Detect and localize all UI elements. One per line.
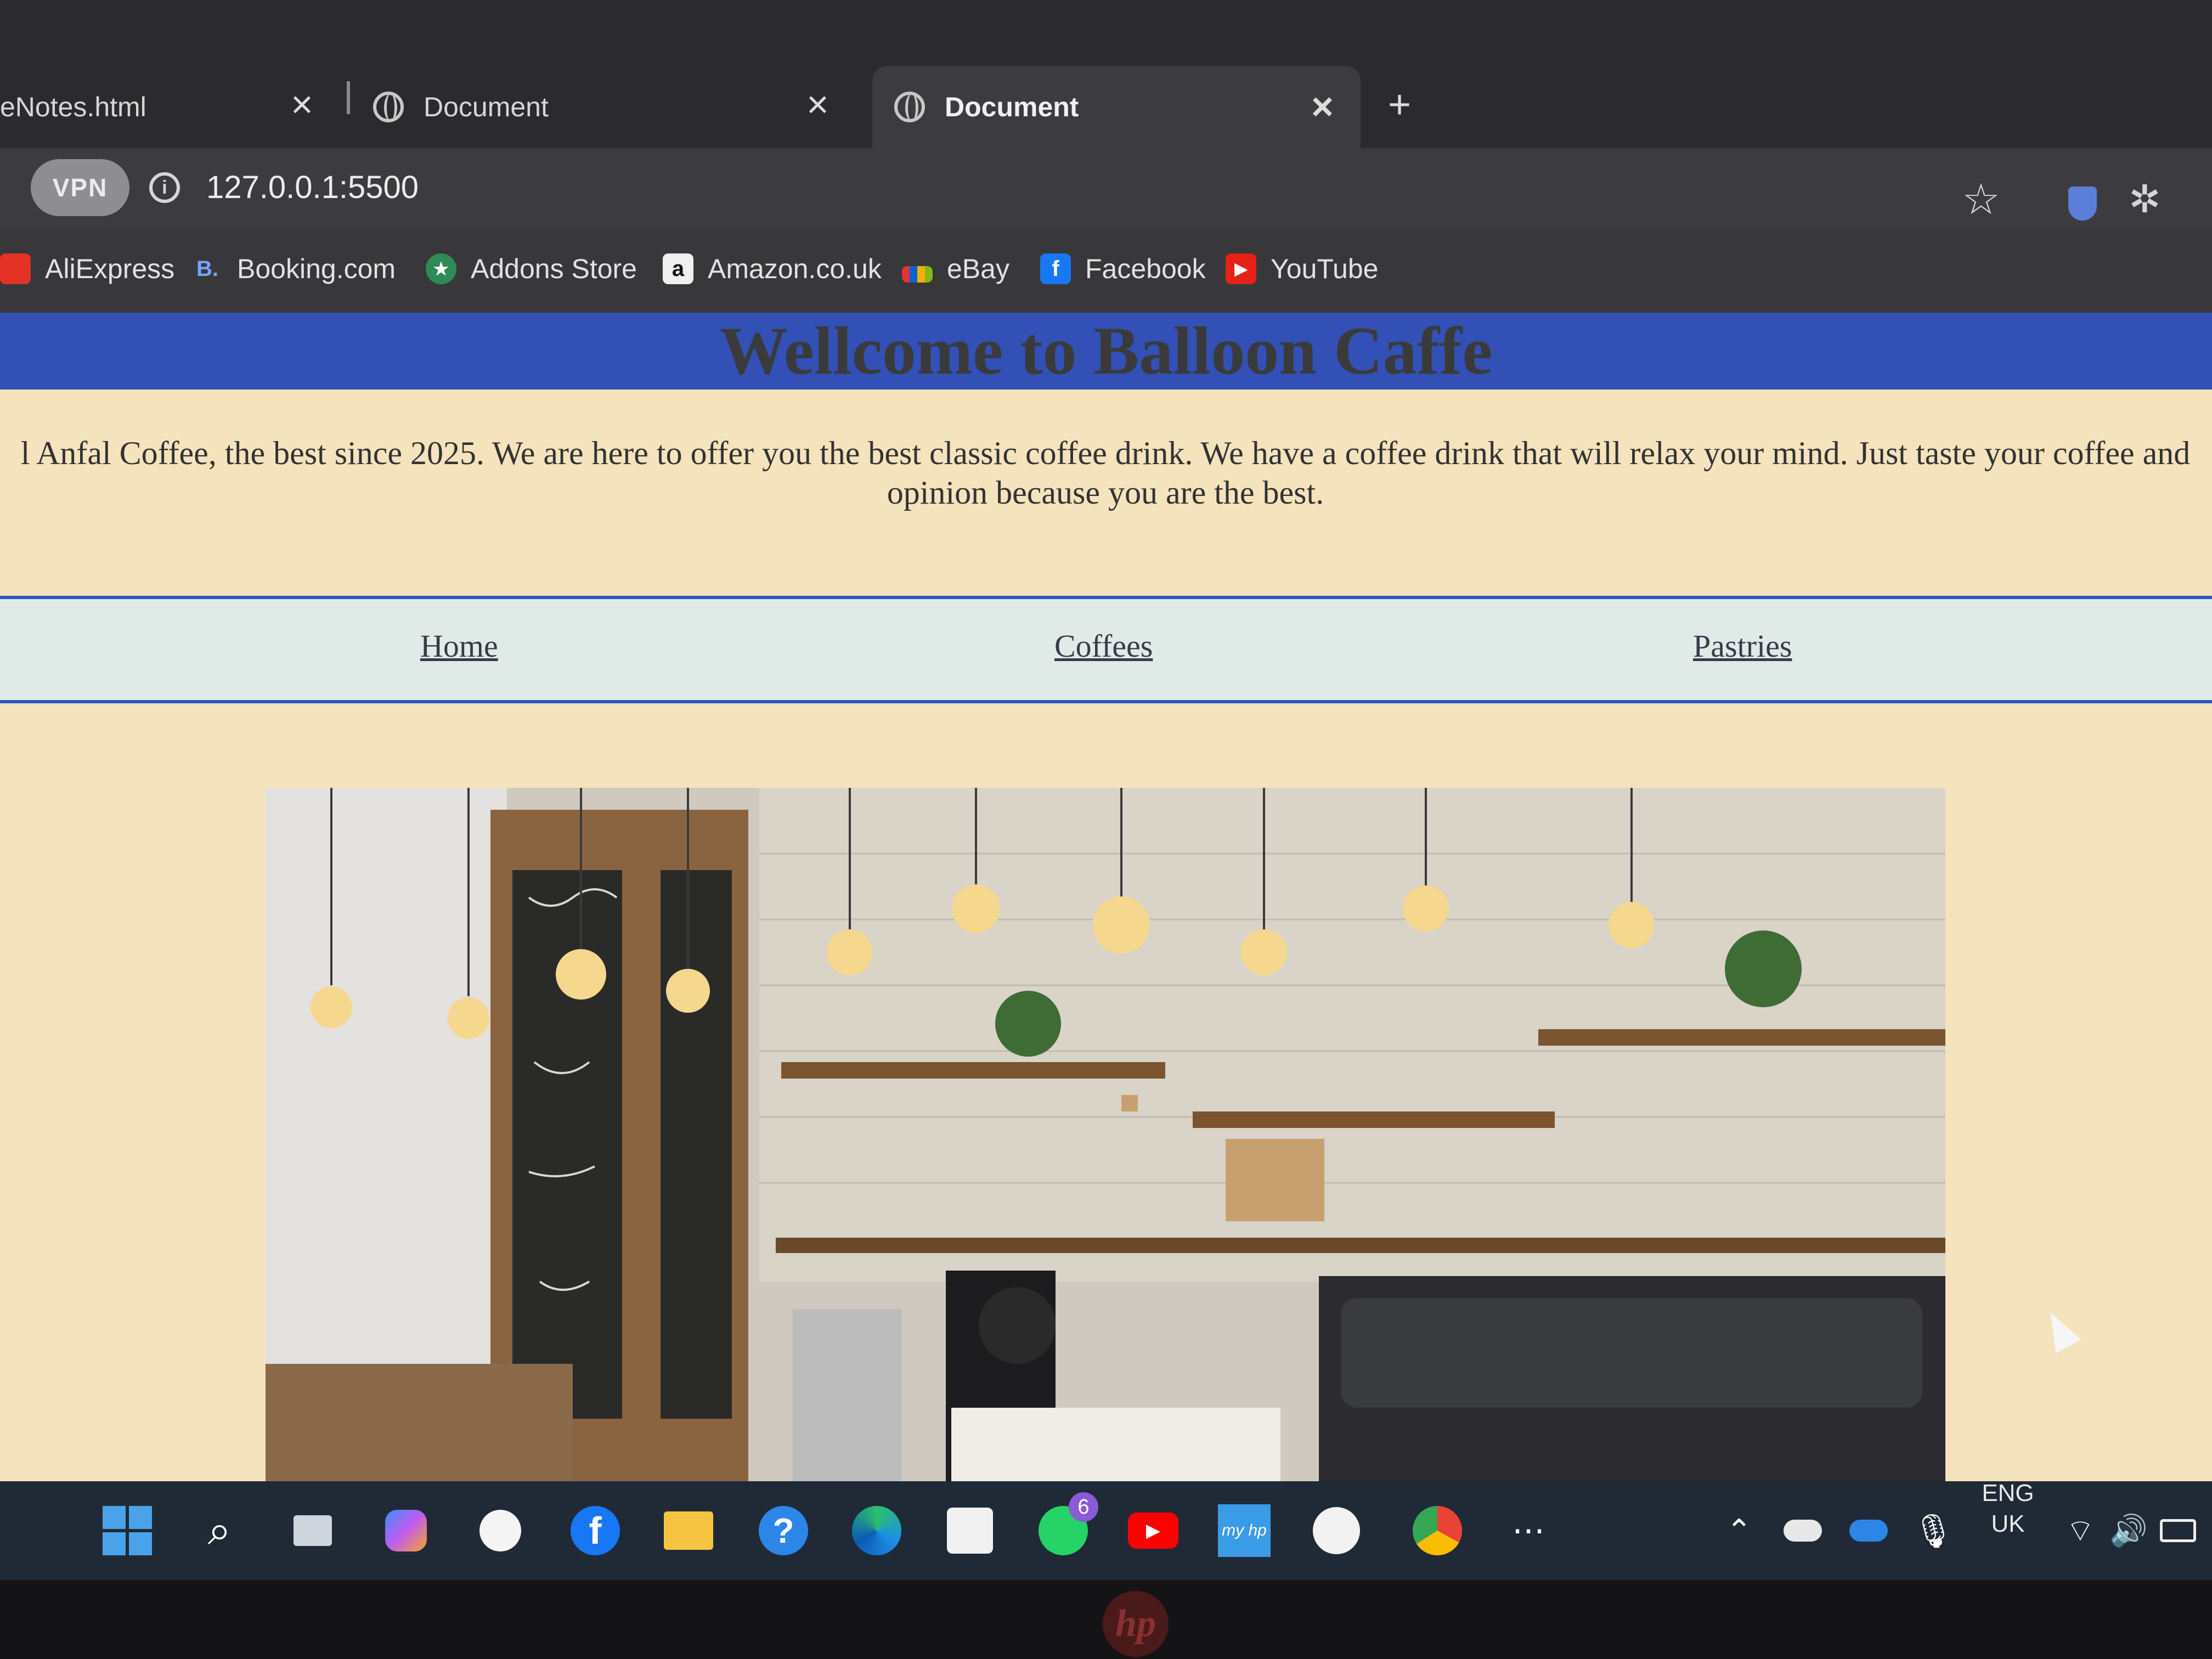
bookmark-amazon[interactable]: a Amazon.co.uk bbox=[663, 247, 882, 291]
search-icon[interactable]: ⌕ bbox=[192, 1503, 247, 1558]
password-shield-icon[interactable] bbox=[2068, 187, 2097, 221]
tab-title: Document bbox=[945, 92, 1079, 122]
file-explorer-icon[interactable] bbox=[661, 1503, 716, 1558]
nav-home-link[interactable]: Home bbox=[420, 628, 498, 664]
site-info-icon[interactable]: i bbox=[149, 172, 180, 203]
addons-store-icon: ★ bbox=[426, 253, 456, 284]
help-icon[interactable]: ? bbox=[756, 1503, 811, 1558]
chrome-icon[interactable] bbox=[1410, 1503, 1465, 1558]
address-bar[interactable]: 127.0.0.1:5500 bbox=[206, 165, 419, 211]
globe-icon bbox=[373, 92, 404, 122]
intro-line: opinion because you are the best. bbox=[887, 475, 1324, 511]
tab-title: eNotes.html bbox=[0, 92, 146, 122]
booking-icon: B. bbox=[196, 256, 218, 281]
bookmark-label: Amazon.co.uk bbox=[708, 253, 882, 284]
tab-title: Document bbox=[424, 92, 549, 122]
bookmark-youtube[interactable]: ▶ YouTube bbox=[1226, 247, 1378, 291]
vpn-button[interactable]: VPN bbox=[31, 159, 129, 216]
cafe-interior-image bbox=[266, 788, 1945, 1481]
facebook-icon: f bbox=[1040, 253, 1071, 284]
language-indicator[interactable]: ENG UK bbox=[1975, 1478, 2041, 1539]
bookmark-star-icon[interactable]: ☆ bbox=[1962, 174, 2000, 224]
edge-icon[interactable] bbox=[849, 1503, 904, 1558]
tab-document-2[interactable]: Document × bbox=[872, 66, 1361, 148]
microphone-muted-icon[interactable]: 🎙 bbox=[1906, 1503, 1961, 1558]
aliexpress-icon bbox=[0, 253, 31, 284]
cafe-photo-drawing bbox=[266, 788, 1945, 1481]
slack-icon[interactable] bbox=[473, 1503, 528, 1558]
whatsapp-icon[interactable]: 6 bbox=[1036, 1492, 1098, 1558]
facebook-app-icon[interactable]: f bbox=[568, 1503, 623, 1558]
globe-icon bbox=[894, 92, 925, 122]
more-apps-icon[interactable]: ⋯ bbox=[1501, 1503, 1556, 1558]
intro-line: l Anfal Coffee, the best since 2025. We … bbox=[20, 435, 2191, 471]
language-code: ENG bbox=[1982, 1480, 2034, 1506]
tab-document-1[interactable]: Document × bbox=[373, 66, 845, 148]
whatsapp-badge: 6 bbox=[1069, 1492, 1098, 1522]
nav-pastries-link[interactable]: Pastries bbox=[1693, 628, 1792, 664]
bookmark-label: YouTube bbox=[1271, 253, 1379, 284]
onedrive-business-icon[interactable] bbox=[1841, 1503, 1896, 1558]
bookmark-aliexpress[interactable]: AliExpress bbox=[0, 247, 174, 291]
tray-overflow-chevron-icon[interactable]: ⌃ bbox=[1712, 1503, 1767, 1558]
battery-icon[interactable] bbox=[2151, 1503, 2205, 1558]
close-icon[interactable]: × bbox=[291, 82, 313, 126]
youtube-app-icon[interactable]: ▶ bbox=[1126, 1503, 1181, 1558]
close-icon[interactable]: × bbox=[806, 82, 829, 126]
ebay-icon bbox=[902, 266, 933, 283]
youtube-icon: ▶ bbox=[1226, 253, 1256, 284]
bookmark-booking[interactable]: B. Booking.com bbox=[192, 247, 396, 291]
maps-icon[interactable] bbox=[1309, 1503, 1364, 1558]
bookmark-ebay[interactable]: eBay bbox=[902, 247, 1009, 291]
close-icon[interactable]: × bbox=[1311, 84, 1334, 128]
amazon-icon: a bbox=[663, 253, 693, 284]
page-title: Wellcome to Balloon Caffe bbox=[0, 313, 2212, 390]
bookmark-addons-store[interactable]: ★ Addons Store bbox=[426, 247, 637, 291]
onedrive-personal-icon[interactable] bbox=[1775, 1503, 1830, 1558]
extensions-icon[interactable]: ✲ bbox=[2129, 177, 2161, 222]
bookmark-facebook[interactable]: f Facebook bbox=[1040, 247, 1206, 291]
bookmark-label: Facebook bbox=[1085, 253, 1206, 284]
myhp-icon[interactable]: my hp bbox=[1217, 1503, 1272, 1558]
bookmark-label: Booking.com bbox=[237, 253, 396, 284]
intro-paragraph: l Anfal Coffee, the best since 2025. We … bbox=[0, 433, 2212, 512]
task-view-icon[interactable] bbox=[285, 1503, 340, 1558]
mouse-cursor-icon bbox=[2038, 1305, 2081, 1353]
microsoft-store-icon[interactable] bbox=[943, 1503, 997, 1558]
volume-icon[interactable]: 🔊 bbox=[2101, 1503, 2156, 1558]
bookmark-label: AliExpress bbox=[45, 253, 175, 284]
bookmark-label: eBay bbox=[947, 253, 1009, 284]
tab-enotes[interactable]: eNotes.html × bbox=[0, 66, 329, 148]
windows-start-icon[interactable] bbox=[100, 1503, 155, 1558]
copilot-icon[interactable] bbox=[379, 1503, 433, 1558]
hp-logo: hp bbox=[1103, 1591, 1169, 1657]
tab-separator bbox=[347, 81, 350, 114]
main-nav: Home Coffees Pastries bbox=[0, 596, 2212, 703]
keyboard-layout: UK bbox=[1991, 1510, 2025, 1537]
nav-coffees-link[interactable]: Coffees bbox=[1054, 628, 1153, 664]
web-page: Wellcome to Balloon Caffe l Anfal Coffee… bbox=[0, 313, 2212, 1481]
bookmark-label: Addons Store bbox=[471, 253, 637, 284]
wifi-icon[interactable]: ⌔ bbox=[2053, 1503, 2108, 1558]
new-tab-button[interactable]: + bbox=[1388, 82, 1411, 127]
windows-logo bbox=[103, 1506, 152, 1555]
